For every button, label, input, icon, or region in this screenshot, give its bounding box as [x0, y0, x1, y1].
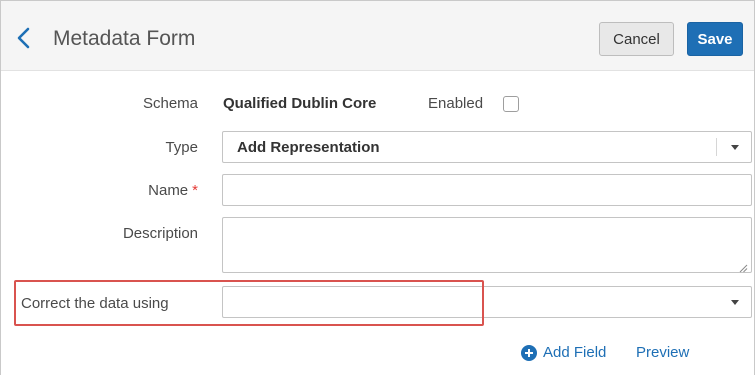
type-select[interactable]: Add Representation: [222, 131, 752, 163]
add-field-link[interactable]: Add Field: [521, 344, 606, 361]
metadata-form-page: Metadata Form Cancel Save Schema Qualifi…: [0, 0, 755, 375]
add-field-label: Add Field: [543, 344, 607, 361]
name-input[interactable]: [223, 175, 751, 205]
resize-handle-icon[interactable]: [739, 260, 748, 273]
back-chevron-icon[interactable]: [15, 26, 33, 50]
page-header: Metadata Form Cancel Save: [1, 1, 754, 71]
correct-data-label: Correct the data using: [21, 295, 169, 312]
select-divider: [716, 138, 717, 156]
schema-value: Qualified Dublin Core: [223, 95, 377, 112]
description-field[interactable]: [222, 217, 752, 273]
name-label: Name *: [148, 182, 198, 199]
caret-down-icon: [731, 145, 739, 150]
type-select-value: Add Representation: [237, 139, 380, 156]
preview-link[interactable]: Preview: [636, 344, 689, 361]
save-button[interactable]: Save: [687, 22, 743, 56]
caret-down-icon: [731, 300, 739, 305]
schema-label: Schema: [142, 95, 198, 112]
type-label: Type: [165, 139, 198, 156]
description-textarea[interactable]: [223, 218, 751, 272]
description-label: Description: [122, 225, 198, 242]
required-marker: *: [192, 182, 198, 199]
name-field[interactable]: [222, 174, 752, 206]
enabled-label: Enabled: [428, 95, 484, 112]
plus-circle-icon: [521, 344, 537, 361]
correct-data-select[interactable]: [222, 286, 752, 318]
cancel-button[interactable]: Cancel: [599, 22, 674, 56]
page-title: Metadata Form: [53, 27, 196, 50]
enabled-checkbox[interactable]: [503, 96, 519, 112]
name-label-text: Name: [148, 182, 189, 199]
